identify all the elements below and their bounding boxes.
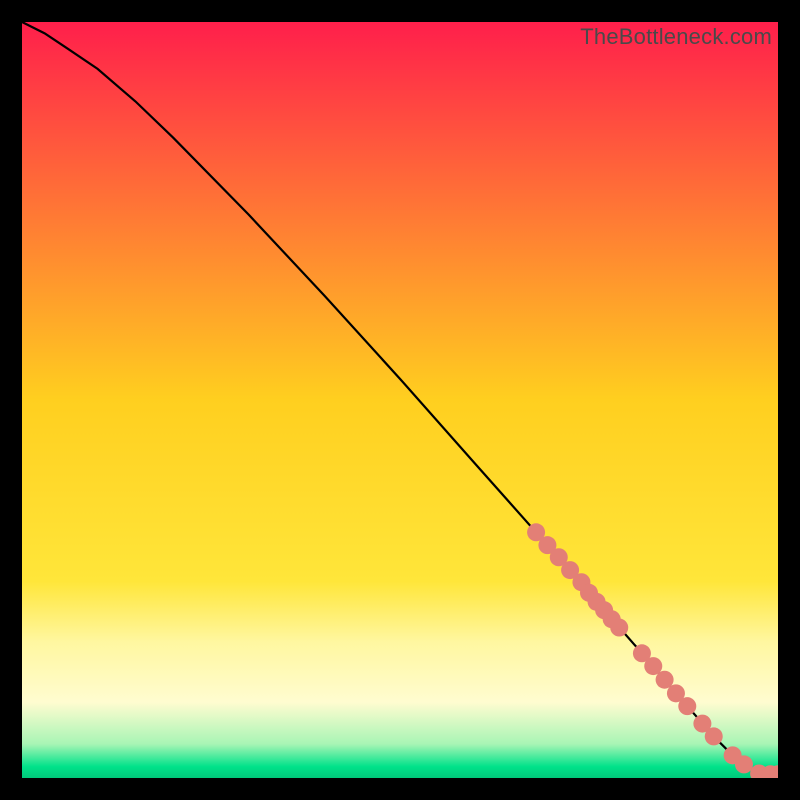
chart-frame: TheBottleneck.com: [22, 22, 778, 778]
chart-canvas: [22, 22, 778, 778]
data-point: [705, 727, 723, 745]
gradient-background: [22, 22, 778, 778]
data-point: [610, 619, 628, 637]
data-point: [735, 755, 753, 773]
watermark-text: TheBottleneck.com: [580, 24, 772, 50]
data-point: [678, 697, 696, 715]
